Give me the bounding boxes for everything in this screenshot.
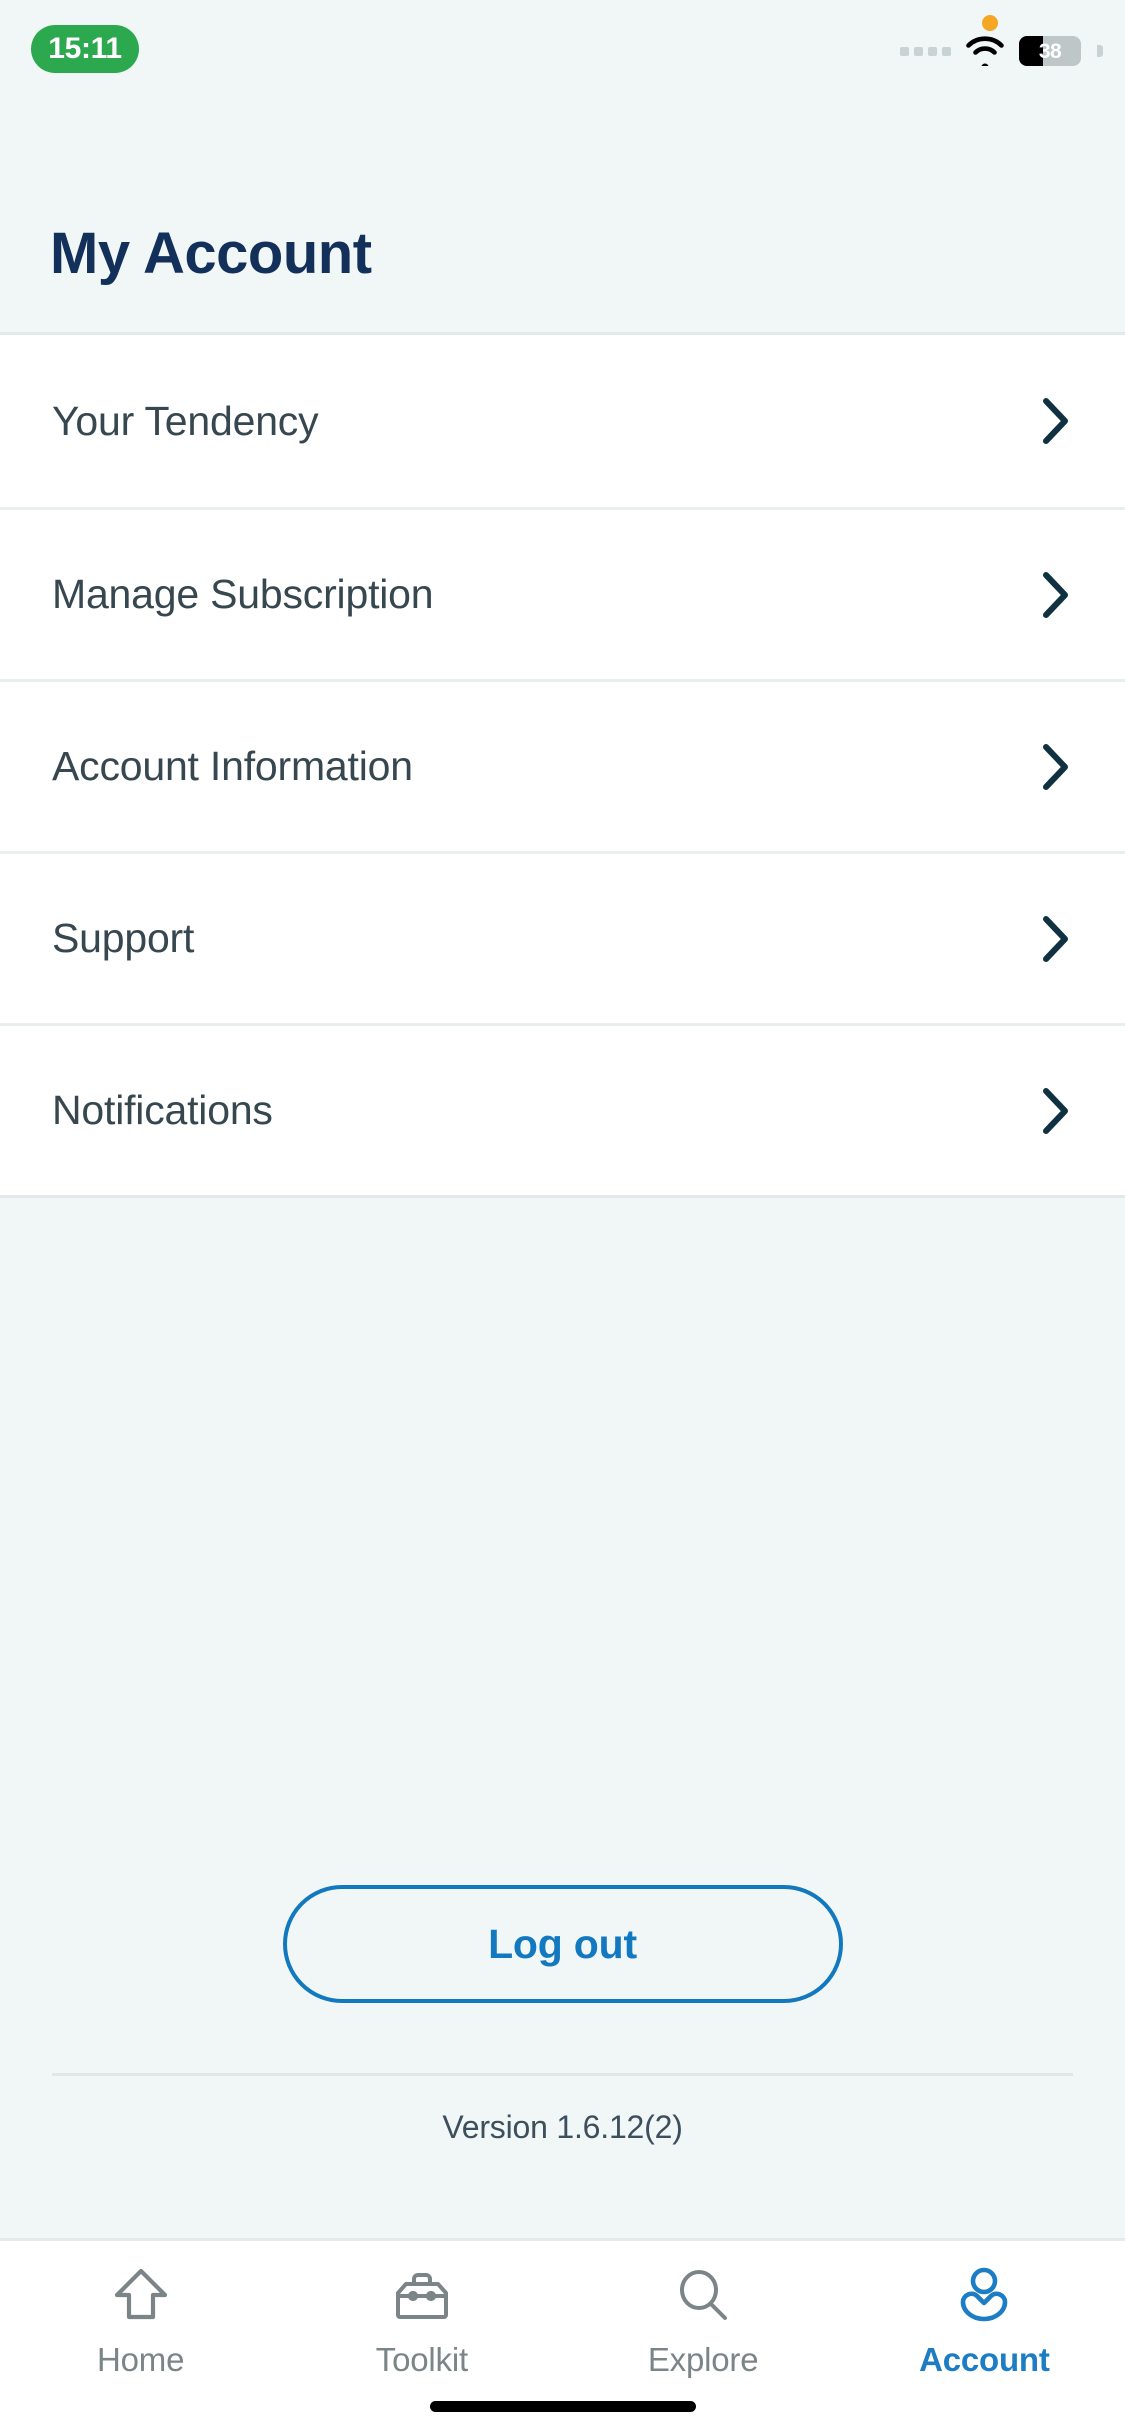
menu-item-label: Account Information (52, 743, 413, 789)
status-bar-indicators: 38 (900, 36, 1103, 66)
cellular-signal-dots-icon (900, 46, 951, 56)
menu-item-notifications[interactable]: Notifications (0, 1023, 1125, 1195)
footer-area: Log out Version 1.6.12(2) (0, 1885, 1125, 2146)
chevron-right-icon (1043, 571, 1068, 618)
toolbox-icon (390, 2263, 454, 2327)
menu-item-label: Notifications (52, 1087, 273, 1133)
menu-item-account-information[interactable]: Account Information (0, 679, 1125, 851)
tab-toolkit[interactable]: Toolkit (281, 2263, 562, 2379)
menu-item-label: Support (52, 915, 195, 961)
status-bar: 15:11 38 (0, 0, 1125, 110)
home-indicator (429, 2401, 696, 2412)
tab-label: Toolkit (375, 2341, 468, 2378)
tab-label: Home (97, 2341, 185, 2378)
status-bar-time: 15:11 (31, 25, 139, 73)
tab-home[interactable]: Home (0, 2263, 281, 2379)
content-spacer (0, 1198, 1125, 1885)
menu-item-label: Manage Subscription (52, 571, 434, 617)
menu-item-your-tendency[interactable]: Your Tendency (0, 335, 1125, 507)
battery-level-label: 38 (1038, 39, 1062, 63)
orange-dot-icon (982, 15, 998, 31)
menu-item-label: Your Tendency (52, 397, 319, 444)
footer-spacer (0, 2146, 1125, 2238)
tab-label: Explore (647, 2341, 759, 2378)
person-icon (952, 2263, 1016, 2327)
account-menu-list: Your Tendency Manage Subscription Accoun… (0, 332, 1125, 1198)
tab-explore[interactable]: Explore (563, 2263, 844, 2379)
search-icon (671, 2263, 735, 2327)
page-header: My Account (0, 110, 1125, 332)
chevron-right-icon (1043, 743, 1068, 790)
home-icon (109, 2263, 173, 2327)
chevron-right-icon (1043, 915, 1068, 962)
app-version-label: Version 1.6.12(2) (442, 2109, 683, 2145)
logout-button-wrapper: Log out (0, 1885, 1125, 2003)
wifi-icon (966, 36, 1004, 66)
chevron-right-icon (1043, 398, 1068, 444)
menu-item-support[interactable]: Support (0, 851, 1125, 1023)
chevron-right-icon (1043, 1087, 1068, 1134)
logout-button[interactable]: Log out (282, 1885, 843, 2003)
battery-icon: 38 (1019, 36, 1081, 66)
tab-account[interactable]: Account (844, 2263, 1125, 2379)
app-screen: 15:11 38 My Account Your Tendency Manage… (0, 0, 1125, 2436)
tab-label: Account (919, 2341, 1050, 2378)
battery-cap-icon (1097, 45, 1103, 57)
page-title: My Account (50, 221, 372, 286)
menu-item-manage-subscription[interactable]: Manage Subscription (0, 507, 1125, 679)
